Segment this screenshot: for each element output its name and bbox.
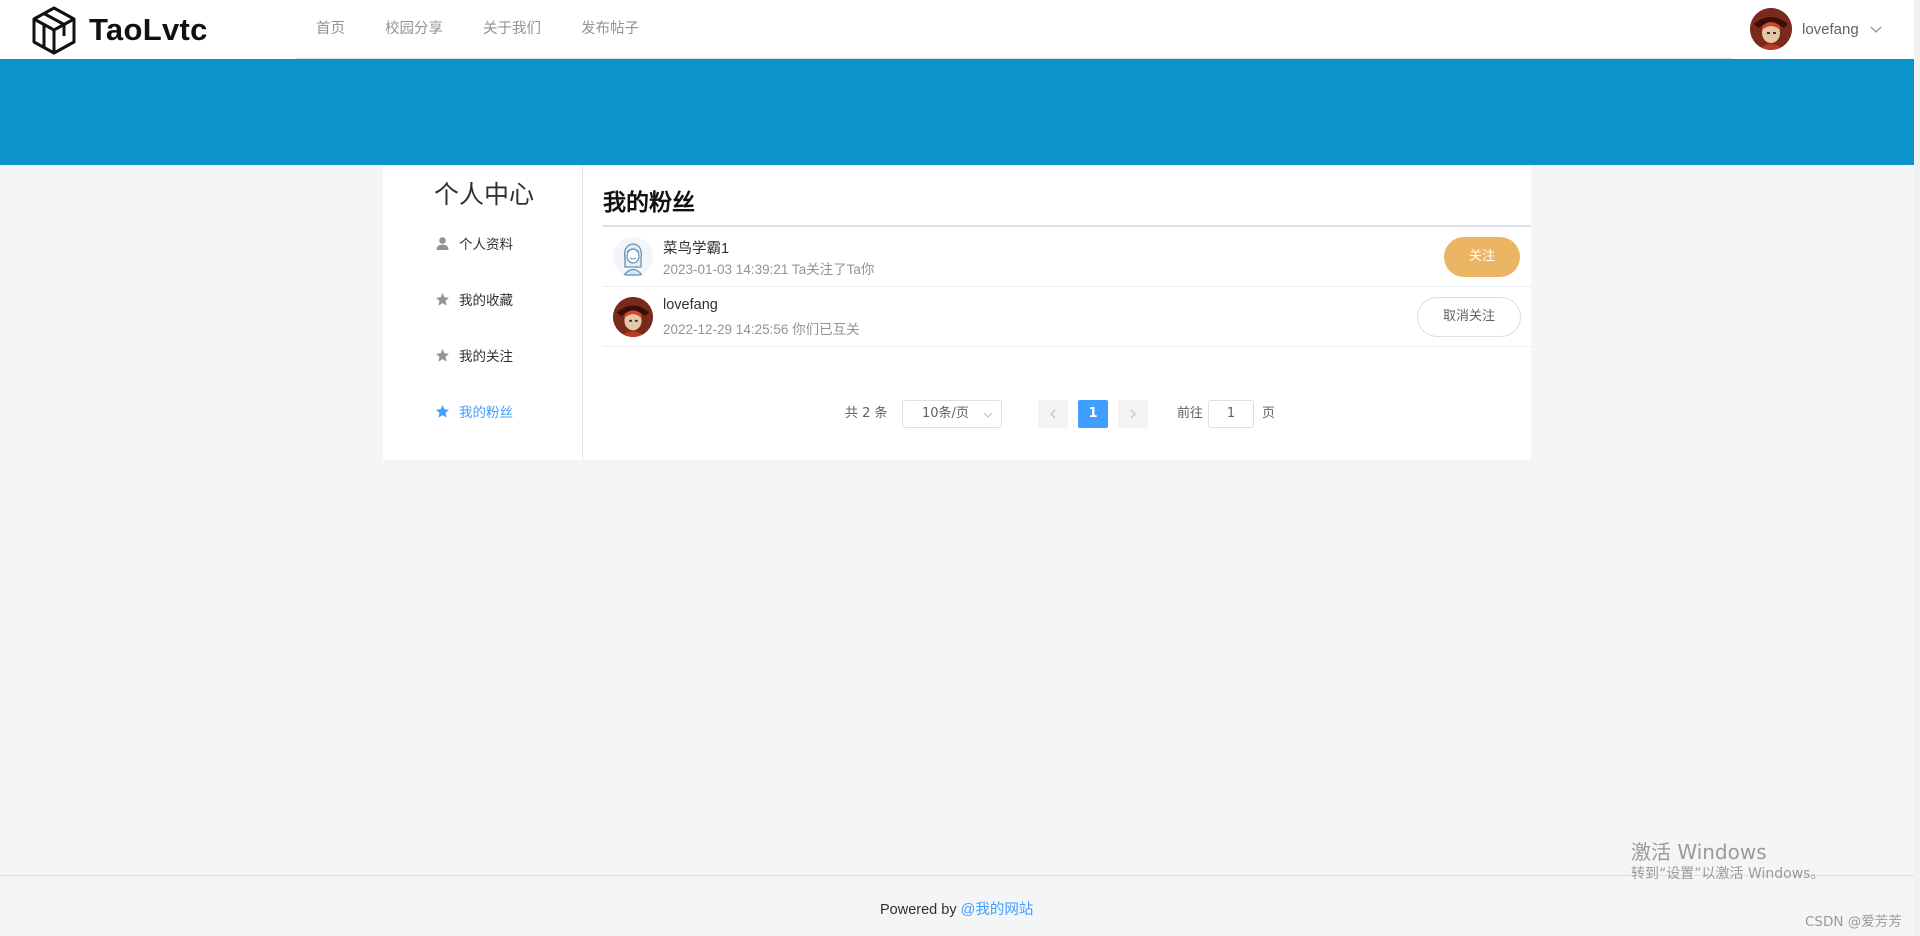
nav-publish[interactable]: 发布帖子	[561, 0, 659, 58]
user-icon	[436, 236, 449, 250]
fan-meta: 2023-01-03 14:39:21 Ta关注了Ta你	[663, 262, 875, 277]
fan-name[interactable]: lovefang	[663, 297, 718, 313]
chevron-right-icon	[1130, 409, 1136, 419]
chevron-down-icon	[1870, 26, 1882, 33]
sidebar: 个人中心 个人资料 我的收藏 我的关注 我的粉丝	[383, 165, 583, 460]
prev-page-button[interactable]	[1038, 400, 1068, 428]
page-scrollbar[interactable]	[1914, 0, 1920, 936]
follow-button[interactable]: 关注	[1444, 237, 1520, 277]
brand-logo[interactable]: TaoLvtc	[31, 4, 208, 56]
hero-banner	[0, 59, 1914, 165]
fan-name[interactable]: 菜鸟学霸1	[663, 237, 729, 258]
avatar[interactable]	[1750, 8, 1792, 50]
sidebar-item-label: 个人资料	[459, 237, 513, 253]
nav-home[interactable]: 首页	[296, 0, 365, 58]
sidebar-item-favorites[interactable]: 我的收藏	[435, 287, 513, 311]
chevron-down-icon	[983, 412, 993, 418]
star-icon	[436, 404, 449, 418]
sidebar-title: 个人中心	[434, 180, 535, 209]
nav-about[interactable]: 关于我们	[463, 0, 561, 58]
nav-campus-share[interactable]: 校园分享	[365, 0, 463, 58]
sidebar-item-following[interactable]: 我的关注	[435, 343, 513, 367]
sidebar-item-label: 我的收藏	[459, 293, 513, 309]
list-item: lovefang 2022-12-29 14:25:56 你们已互关 取消关注	[603, 287, 1531, 347]
sidebar-item-fans[interactable]: 我的粉丝	[435, 399, 513, 423]
user-name: lovefang	[1802, 20, 1859, 38]
star-icon	[436, 348, 449, 362]
character-avatar-icon	[1750, 8, 1792, 50]
avatar[interactable]	[613, 237, 653, 277]
page-size-select[interactable]: 10条/页	[902, 400, 1002, 428]
next-page-button[interactable]	[1118, 400, 1148, 428]
page-number-current[interactable]: 1	[1078, 400, 1108, 428]
page-size-value: 10条/页	[922, 406, 969, 421]
watermark-subtitle: 转到“设置”以激活 Windows。	[1631, 866, 1825, 882]
fan-meta: 2022-12-29 14:25:56 你们已互关	[663, 322, 860, 337]
main-nav: 首页 校园分享 关于我们 发布帖子	[296, 0, 1733, 59]
page-suffix-label: 页	[1262, 406, 1276, 421]
footer: Powered by @我的网站	[0, 875, 1914, 936]
goto-label: 前往	[1177, 406, 1204, 421]
star-icon	[436, 292, 449, 306]
user-menu[interactable]: lovefang	[1750, 8, 1883, 50]
pagination-total: 共 2 条	[845, 406, 888, 421]
windows-activation-watermark: 激活 Windows 转到“设置”以激活 Windows。	[1631, 840, 1824, 884]
avatar[interactable]	[613, 297, 653, 337]
cube-logo-icon	[32, 6, 76, 55]
brand-name: TaoLvtc	[89, 12, 208, 47]
sidebar-item-label: 我的粉丝	[459, 405, 513, 421]
sidebar-item-label: 我的关注	[459, 349, 513, 365]
sidebar-item-profile[interactable]: 个人资料	[435, 231, 513, 255]
unfollow-button[interactable]: 取消关注	[1417, 297, 1521, 337]
goto-page-input[interactable]: 1	[1208, 400, 1254, 428]
girl-avatar-icon	[613, 237, 653, 277]
pagination: 共 2 条 10条/页 1 前往 1 页	[603, 400, 1531, 428]
watermark-title: 激活 Windows	[1631, 840, 1767, 864]
character-avatar-icon	[613, 297, 653, 337]
top-header: TaoLvtc 首页 校园分享 关于我们 发布帖子 lovefang	[0, 0, 1914, 59]
footer-site-link[interactable]: @我的网站	[961, 902, 1034, 918]
profile-card: 个人中心 个人资料 我的收藏 我的关注 我的粉丝 我的粉丝 菜鸟学霸1 2023…	[383, 165, 1531, 460]
footer-text: Powered by @我的网站	[880, 898, 1033, 919]
page-title: 我的粉丝	[603, 190, 695, 216]
footer-prefix: Powered by	[880, 902, 961, 918]
chevron-left-icon	[1050, 409, 1056, 419]
list-item: 菜鸟学霸1 2023-01-03 14:39:21 Ta关注了Ta你 关注	[603, 227, 1531, 287]
csdn-credit: CSDN @爱芳芳	[1805, 914, 1902, 930]
